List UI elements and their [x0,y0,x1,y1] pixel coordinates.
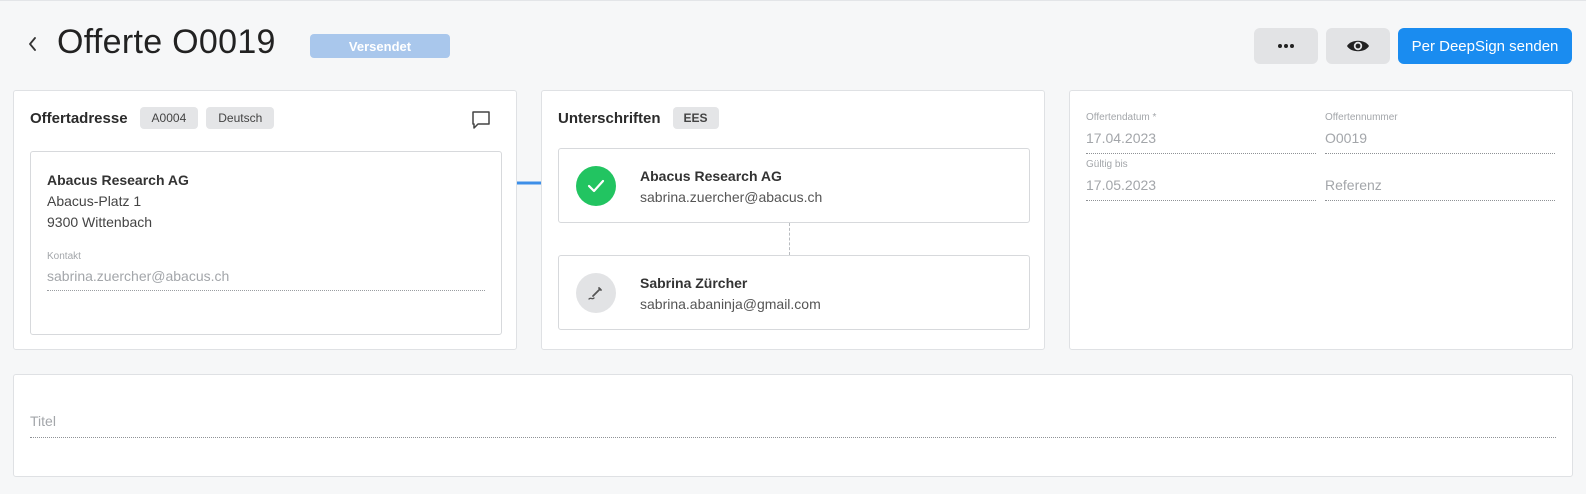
reference-input[interactable]: Referenz [1325,173,1555,201]
reference-label [1325,159,1555,173]
reference-field[interactable]: Referenz [1325,159,1555,201]
more-dots-icon [1278,44,1294,48]
offer-date-value[interactable]: 17.04.2023 [1086,126,1316,154]
chevron-left-icon [29,37,36,51]
signer-connector [789,223,790,255]
address-heading: Offertadresse [30,109,128,127]
contact-field[interactable]: sabrina.zuercher@abacus.ch [47,264,485,291]
language-chip: Deutsch [206,107,275,129]
address-number-chip: A0004 [139,107,199,129]
signatures-heading: Unterschriften [558,109,661,127]
preview-button[interactable] [1326,28,1390,64]
signer-card-2[interactable]: Sabrina Zürcher sabrina.abaninja@gmail.c… [558,255,1030,330]
valid-until-value[interactable]: 17.05.2023 [1086,173,1316,201]
address-name: Abacus Research AG [47,172,189,188]
address-box[interactable]: Abacus Research AG Abacus-Platz 1 9300 W… [30,151,502,335]
comment-button[interactable] [470,109,492,131]
check-icon [587,179,605,193]
offer-number-label: Offertennummer [1325,112,1398,123]
pen-icon [588,287,602,300]
page-title: Offerte O0019 [57,23,276,61]
signer-name: Sabrina Zürcher [640,275,748,291]
comment-icon [472,111,490,129]
address-card: Offertadresse A0004 Deutsch Abacus Resea… [13,90,517,350]
title-input[interactable]: Titel [30,413,1556,438]
valid-until-label: Gültig bis [1086,159,1128,170]
signer-card-1[interactable]: Abacus Research AG sabrina.zuercher@abac… [558,148,1030,223]
status-badge: Versendet [310,34,450,58]
back-button[interactable] [22,33,44,55]
send-deepsign-button[interactable]: Per DeepSign senden [1398,28,1572,64]
address-city: 9300 Wittenbach [47,214,153,230]
signed-status [576,166,616,206]
contact-label: Kontakt [47,251,81,262]
signatures-card: Unterschriften EES Abacus Research AG sa… [541,90,1045,350]
valid-until-field[interactable]: Gültig bis 17.05.2023 [1086,159,1316,201]
address-card-header: Offertadresse A0004 Deutsch [30,107,275,129]
offer-date-field[interactable]: Offertendatum * 17.04.2023 [1086,112,1316,154]
offer-number-field[interactable]: Offertennummer O0019 [1325,112,1555,154]
title-card: Titel [13,374,1573,477]
signer-name: Abacus Research AG [640,168,782,184]
signer-email: sabrina.abaninja@gmail.com [640,296,821,312]
signer-email: sabrina.zuercher@abacus.ch [640,189,823,205]
pending-status [576,273,616,313]
ees-chip: EES [672,107,719,129]
offer-number-value[interactable]: O0019 [1325,126,1555,154]
signatures-card-header: Unterschriften EES [558,107,719,129]
eye-icon [1347,40,1369,52]
offer-date-label: Offertendatum * [1086,112,1157,123]
more-button[interactable] [1254,28,1318,64]
offer-details-card: Offertendatum * 17.04.2023 Offertennumme… [1069,90,1573,350]
address-street: Abacus-Platz 1 [47,193,142,209]
